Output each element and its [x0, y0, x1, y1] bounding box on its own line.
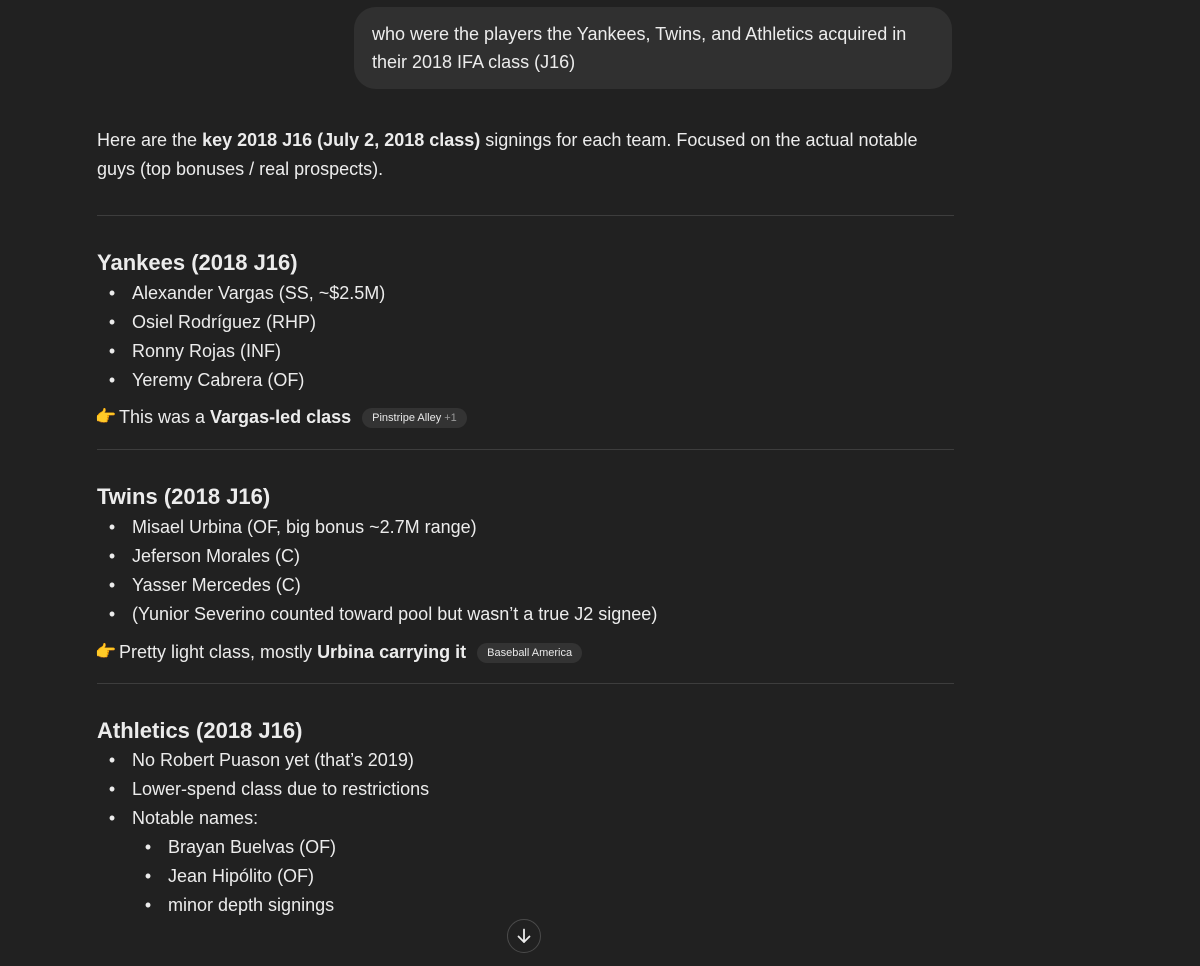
- list-item: • Yeremy Cabrera (OF): [109, 366, 954, 395]
- source-chip-baseball-america[interactable]: Baseball America: [477, 643, 583, 663]
- user-message-line-1: who were the players the Yankees, Twins,…: [372, 24, 907, 44]
- bullet-icon: •: [108, 546, 116, 566]
- list-item: • Osiel Rodríguez (RHP): [109, 308, 954, 337]
- assistant-response: Here are the key 2018 J16 (July 2, 2018 …: [95, 126, 954, 920]
- section-title: Yankees (2018 J16): [97, 250, 298, 275]
- bullet-icon: •: [108, 779, 116, 799]
- list-item-text: Jean Hipólito (OF): [168, 866, 315, 886]
- bullet-icon: •: [108, 517, 116, 537]
- player-list: • Misael Urbina (OF, big bonus ~2.7M rang…: [97, 513, 954, 629]
- list-item-text: No Robert Puason yet (that’s 2019): [132, 750, 414, 770]
- bullet-icon: •: [108, 370, 116, 390]
- bullet-icon: •: [144, 895, 152, 915]
- section-athletics: Athletics (2018 J16) • No Robert Puason y…: [97, 716, 954, 920]
- bullet-icon: •: [108, 312, 116, 332]
- list-item: • Notable names: • Brayan Buelvas (OF) • Je…: [109, 804, 954, 920]
- list-item-text: (Yunior Severino counted toward pool but…: [132, 604, 658, 624]
- source-chip-label: Pinstripe Alley: [372, 412, 442, 424]
- arrow-down-icon: [517, 928, 531, 943]
- divider: [97, 449, 954, 450]
- bullet-icon: •: [108, 750, 116, 770]
- list-item-text: Alexander Vargas (SS, ~$2.5M): [132, 283, 386, 303]
- list-item-text: minor depth signings: [168, 895, 335, 915]
- player-list: • Alexander Vargas (SS, ~$2.5M) • Osiel Ro…: [97, 279, 954, 395]
- bullet-icon: •: [144, 837, 152, 857]
- source-chip-label: Baseball America: [487, 647, 573, 659]
- note-prefix: Pretty light class, mostly: [119, 642, 318, 662]
- divider: [97, 683, 954, 684]
- list-item: • No Robert Puason yet (that’s 2019): [109, 746, 954, 775]
- player-list: • No Robert Puason yet (that’s 2019) • Low…: [97, 746, 954, 920]
- section-yankees: Yankees (2018 J16) • Alexander Vargas (SS…: [95, 248, 954, 432]
- bullet-icon: •: [108, 283, 116, 303]
- list-item-text: Lower-spend class due to restrictions: [132, 779, 430, 799]
- section-title: Athletics (2018 J16): [97, 718, 303, 743]
- section-title: Twins (2018 J16): [97, 484, 271, 509]
- list-item-text: Yasser Mercedes (C): [132, 575, 301, 595]
- pointing-hand-icon: 👉: [95, 407, 117, 426]
- section-twins: Twins (2018 J16) • Misael Urbina (OF, big…: [95, 482, 954, 667]
- nested-list: • Brayan Buelvas (OF) • Jean Hipólito (OF)…: [132, 833, 954, 920]
- list-item: • Yasser Mercedes (C): [109, 571, 954, 600]
- source-chip-extra: +1: [444, 412, 457, 424]
- list-item-text: Ronny Rojas (INF): [132, 341, 282, 361]
- list-item-text: Yeremy Cabrera (OF): [132, 370, 305, 390]
- list-item-text: Brayan Buelvas (OF): [168, 837, 337, 857]
- list-item: • Jeferson Morales (C): [109, 542, 954, 571]
- summary-note: 👉 This was a Vargas-led class Pinstripe A…: [95, 403, 954, 432]
- list-item-text: Jeferson Morales (C): [132, 546, 301, 566]
- note-bold: Urbina carrying it: [317, 642, 467, 662]
- bullet-icon: •: [108, 575, 116, 595]
- list-item-text: Notable names:: [132, 808, 259, 828]
- divider: [97, 215, 954, 216]
- scroll-to-bottom-button[interactable]: [507, 919, 541, 953]
- summary-note: 👉 Pretty light class, mostly Urbina carry…: [95, 638, 954, 667]
- pointing-hand-icon: 👉: [95, 642, 117, 661]
- nested-list-item: • Jean Hipólito (OF): [145, 862, 954, 891]
- intro-paragraph: Here are the key 2018 J16 (July 2, 2018 …: [97, 126, 954, 184]
- note-bold: Vargas-led class: [210, 407, 352, 427]
- intro-prefix: Here are the: [97, 130, 203, 150]
- list-item: • (Yunior Severino counted toward pool bu…: [109, 600, 954, 629]
- list-item-text: Misael Urbina (OF, big bonus ~2.7M range…: [132, 517, 477, 537]
- source-chip-pinstripe-alley[interactable]: Pinstripe Alley +1: [362, 408, 467, 428]
- note-prefix: This was a: [119, 407, 211, 427]
- list-item: • Misael Urbina (OF, big bonus ~2.7M rang…: [109, 513, 954, 542]
- list-item: • Alexander Vargas (SS, ~$2.5M): [109, 279, 954, 308]
- bullet-icon: •: [108, 604, 116, 624]
- list-item-text: Osiel Rodríguez (RHP): [132, 312, 317, 332]
- bullet-icon: •: [108, 341, 116, 361]
- user-message-bubble: who were the players the Yankees, Twins,…: [354, 7, 952, 89]
- nested-list-item: • minor depth signings: [145, 891, 954, 920]
- bullet-icon: •: [108, 808, 116, 828]
- intro-bold: key 2018 J16 (July 2, 2018 class): [202, 130, 481, 150]
- list-item: • Ronny Rojas (INF): [109, 337, 954, 366]
- nested-list-item: • Brayan Buelvas (OF): [145, 833, 954, 862]
- user-message-line-2: their 2018 IFA class (J16): [372, 52, 576, 72]
- bullet-icon: •: [144, 866, 152, 886]
- list-item: • Lower-spend class due to restrictions: [109, 775, 954, 804]
